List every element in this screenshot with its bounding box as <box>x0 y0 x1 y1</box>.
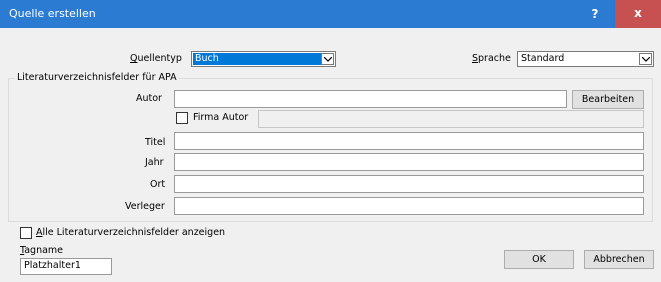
source-type-value: Buch <box>195 53 219 64</box>
cancel-button[interactable]: Abbrechen <box>584 250 654 269</box>
city-label: Ort <box>150 179 166 190</box>
publisher-field[interactable] <box>174 197 644 215</box>
corporate-author-field[interactable] <box>258 110 644 128</box>
city-field[interactable] <box>174 175 644 193</box>
title-bar: Quelle erstellen ? x <box>0 0 661 28</box>
corporate-author-checkbox[interactable] <box>176 112 188 124</box>
title-field[interactable] <box>174 132 644 150</box>
group-title: Literaturverzeichnisfelder für APA <box>15 72 179 83</box>
tag-name-field[interactable]: Platzhalter1 <box>20 258 112 275</box>
chevron-down-icon[interactable] <box>639 53 652 65</box>
ok-button[interactable]: OK <box>504 250 574 269</box>
source-type-dropdown[interactable]: Buch <box>191 51 336 67</box>
corporate-author-label: Firma Autor <box>193 112 249 123</box>
tag-name-value: Platzhalter1 <box>24 260 81 271</box>
close-button[interactable]: x <box>615 0 661 28</box>
edit-author-button[interactable]: Bearbeiten <box>572 90 644 109</box>
tag-name-label: Tagname <box>20 245 64 256</box>
year-label: Jahr <box>145 157 164 168</box>
create-source-dialog: Quelle erstellen ? x Quellentyp Buch Spr… <box>0 0 661 282</box>
language-value: Standard <box>521 53 565 64</box>
show-all-fields-checkbox[interactable] <box>20 227 32 239</box>
year-field[interactable] <box>174 153 644 171</box>
chevron-down-icon[interactable] <box>321 53 334 65</box>
show-all-fields-label: Alle Literaturverzeichnisfelder anzeigen <box>36 227 226 238</box>
publisher-label: Verleger <box>125 201 165 212</box>
language-dropdown[interactable]: Standard <box>517 51 654 67</box>
dialog-title: Quelle erstellen <box>9 7 96 20</box>
author-label: Autor <box>136 93 162 104</box>
title-label: Titel <box>145 137 166 148</box>
source-type-label: Quellentyp <box>130 53 182 64</box>
author-field[interactable] <box>174 90 567 108</box>
help-button[interactable]: ? <box>575 0 615 28</box>
language-label: Sprache <box>472 53 511 64</box>
